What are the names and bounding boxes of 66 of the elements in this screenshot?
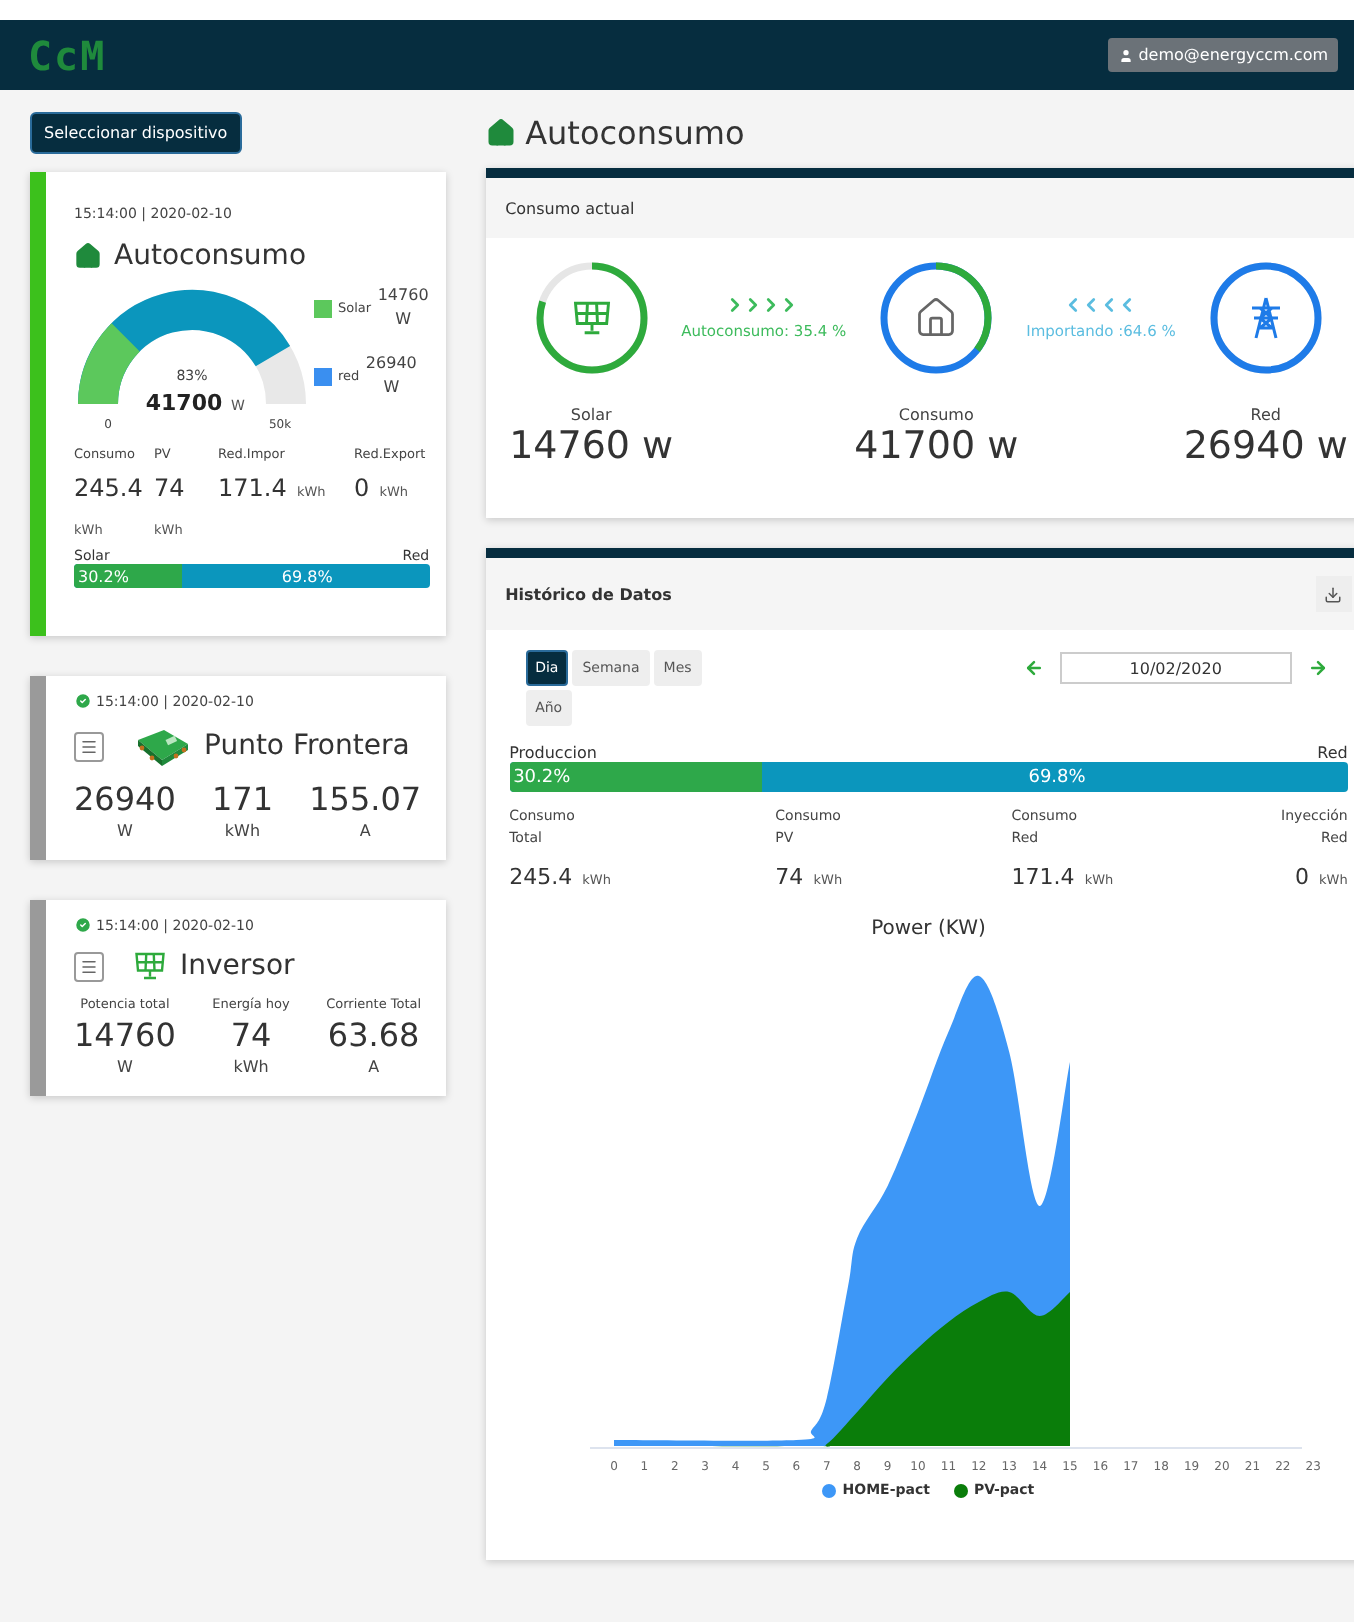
node-value: 26940 w: [1183, 424, 1348, 468]
chart-title: Power (KW): [871, 918, 986, 941]
gauge-value: 41700: [145, 390, 223, 416]
node-value: 41700 w: [854, 424, 1019, 468]
metric-unit: A: [359, 822, 371, 840]
previous-button[interactable]: [1023, 658, 1044, 678]
user-button[interactable]: demo@energyccm.com: [1108, 38, 1338, 72]
download-icon: [1324, 585, 1343, 603]
bar-percentage: 30.2%: [76, 567, 129, 585]
node-value: 14760 w: [509, 424, 674, 468]
metric-value: 26940: [74, 780, 176, 818]
stat-value: 0: [1294, 864, 1309, 891]
metric-value: 74: [230, 1016, 272, 1054]
house-icon: [74, 242, 102, 270]
house-icon: [485, 117, 516, 147]
arrow-right-icon: [1307, 658, 1328, 678]
metric-unit: W: [116, 822, 133, 840]
stat-value: 245.4: [74, 474, 143, 502]
next-button[interactable]: [1307, 658, 1328, 678]
stat-value: 74: [154, 474, 185, 502]
date-field[interactable]: 10/02/2020: [1059, 652, 1292, 684]
panel-title: Histórico de Datos: [505, 585, 672, 603]
house-icon: [914, 296, 959, 340]
stat-value: 74: [775, 864, 804, 891]
download-button[interactable]: [1315, 576, 1352, 612]
card-title: Punto Frontera: [204, 730, 410, 762]
metric-unit: A: [368, 1058, 380, 1076]
card-title: Autoconsumo: [114, 240, 307, 272]
bar-percentage: 69.8%: [279, 567, 333, 585]
menu-button[interactable]: [74, 731, 104, 761]
arrow-left-icon: [1023, 658, 1044, 678]
legend-value: 26940 W: [365, 352, 418, 400]
node-label: Consumo: [898, 406, 974, 424]
stat-value: 245.4: [509, 864, 573, 891]
panel-title: Consumo actual: [505, 199, 635, 217]
bar-label: Red: [1317, 744, 1348, 762]
progress-ring: [1205, 258, 1326, 378]
metric-value: 155.07: [309, 780, 422, 818]
legend-value: 14760 W: [377, 284, 430, 332]
menu-icon: [80, 737, 98, 755]
bar-label: Produccion: [509, 744, 597, 762]
logo: CcM: [28, 31, 107, 79]
bar-percentage: 30.2%: [511, 767, 571, 787]
metric-unit: W: [116, 1058, 133, 1076]
menu-icon: [80, 957, 98, 975]
select-device-button[interactable]: Seleccionar dispositivo: [30, 112, 242, 154]
metric-value: 171: [211, 780, 274, 818]
metric-value: 63.68: [327, 1016, 420, 1054]
solar-panel-icon: [132, 948, 168, 984]
progress-ring: [876, 258, 997, 378]
card-title: Inversor: [180, 950, 295, 982]
stat-value: 171.4: [1011, 864, 1075, 891]
node-label: Solar: [570, 406, 612, 424]
user-icon: [1118, 47, 1135, 63]
stat-value: 171.4: [218, 474, 287, 502]
metric-unit: kWh: [233, 1058, 269, 1076]
metric-unit: kWh: [224, 822, 261, 840]
page-title: Autoconsumo: [525, 113, 745, 151]
progress-ring: [531, 258, 652, 378]
node-label: Red: [1250, 406, 1281, 424]
solar-panel-icon: [569, 296, 614, 340]
meter-device-icon: [132, 724, 192, 768]
stat-value: 0: [354, 474, 370, 502]
bar-percentage: 69.8%: [1026, 767, 1086, 787]
menu-button[interactable]: [74, 951, 104, 981]
metric-value: 14760: [74, 1016, 176, 1054]
